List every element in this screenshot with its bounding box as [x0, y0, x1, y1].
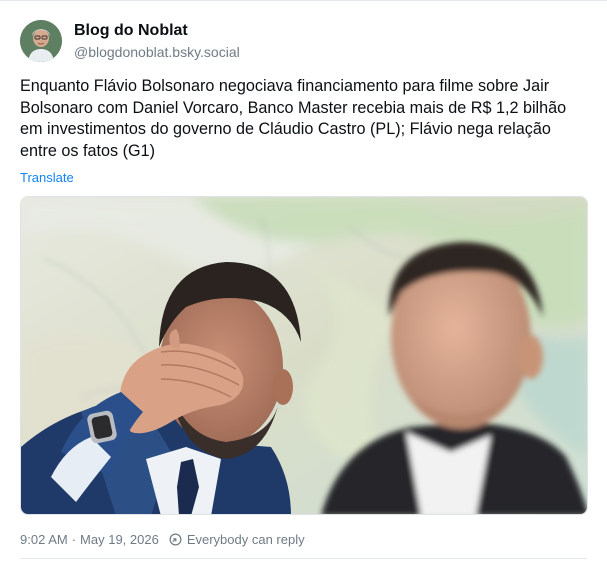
post-photo[interactable] [20, 196, 588, 515]
avatar[interactable] [20, 20, 62, 62]
reply-setting[interactable]: Everybody can reply [187, 532, 305, 547]
divider [20, 558, 587, 559]
post-time[interactable]: 9:02 AM [20, 532, 68, 547]
photo-image [21, 197, 587, 514]
author-handle[interactable]: @blogdonoblat.bsky.social [74, 42, 240, 62]
post-card[interactable]: Blog do Noblat @blogdonoblat.bsky.social… [0, 0, 607, 561]
post-text: Enquanto Flávio Bolsonaro negociava fina… [20, 77, 567, 160]
post-header: Blog do Noblat @blogdonoblat.bsky.social [20, 20, 240, 62]
translate-link[interactable]: Translate [20, 170, 74, 185]
meta-separator: · [71, 532, 77, 547]
globe-icon [169, 533, 182, 546]
author-display-name[interactable]: Blog do Noblat [74, 21, 240, 41]
post-meta: 9:02 AM · May 19, 2026 Everybody can rep… [20, 532, 305, 547]
post-date[interactable]: May 19, 2026 [80, 532, 159, 547]
avatar-portrait-icon [20, 20, 62, 62]
